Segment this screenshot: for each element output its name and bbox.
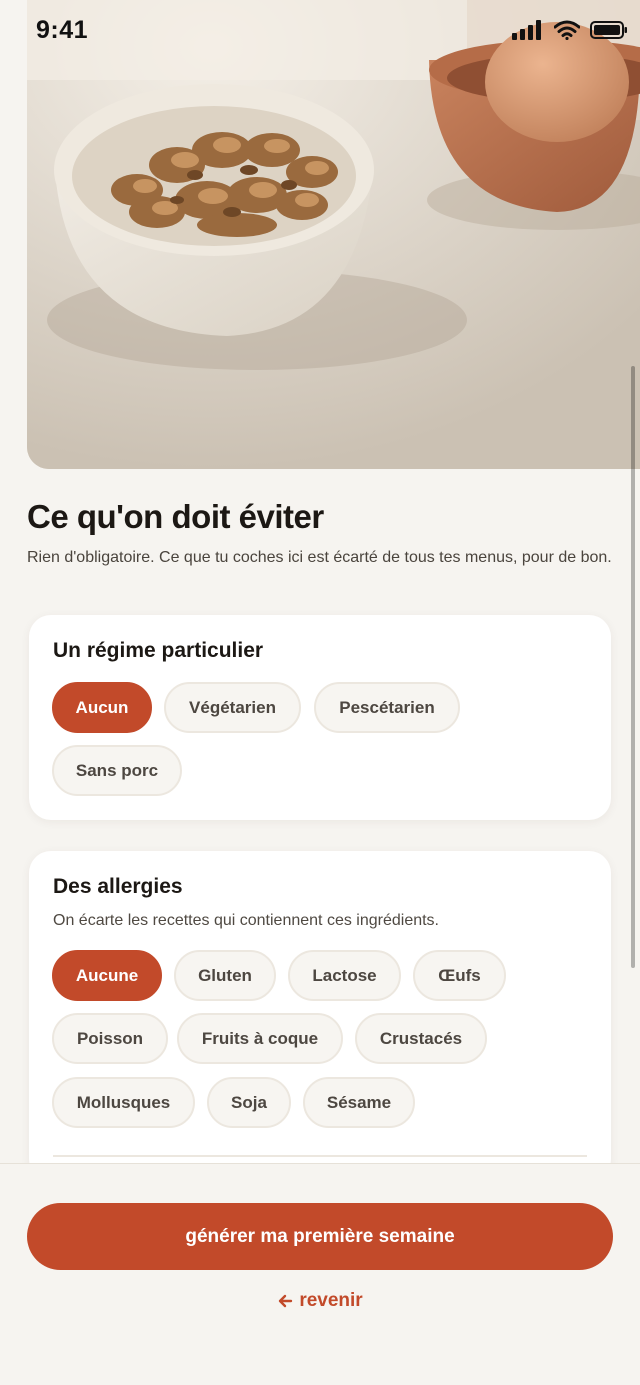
back-link-label: revenir xyxy=(299,1290,363,1311)
chip-allergy-soja[interactable]: Soja xyxy=(207,1077,291,1128)
chip-diet-vegetarien[interactable]: Végétarien xyxy=(164,682,301,733)
chip-allergy-gluten[interactable]: Gluten xyxy=(174,950,276,1001)
signal-icon xyxy=(512,20,541,40)
diet-card-title: Un régime particulier xyxy=(53,639,264,662)
wifi-icon xyxy=(554,20,580,40)
chip-allergy-aucune[interactable]: Aucune xyxy=(52,950,162,1001)
chip-diet-aucun[interactable]: Aucun xyxy=(52,682,152,733)
arrow-left-icon xyxy=(279,1294,293,1308)
status-time: 9:41 xyxy=(36,16,89,44)
page-subtitle: Rien d'obligatoire. Ce que tu coches ici… xyxy=(27,549,612,566)
chip-diet-sans-porc[interactable]: Sans porc xyxy=(52,745,182,796)
scrollbar[interactable] xyxy=(631,366,635,968)
generate-week-button[interactable]: générer ma première semaine xyxy=(27,1203,613,1270)
back-link[interactable]: revenir xyxy=(0,1290,640,1312)
chip-diet-pescetarien[interactable]: Pescétarien xyxy=(314,682,460,733)
battery-icon xyxy=(590,21,627,39)
status-icons xyxy=(512,20,628,40)
chip-allergy-sesame[interactable]: Sésame xyxy=(303,1077,415,1128)
chip-allergy-crustaces[interactable]: Crustacés xyxy=(355,1013,487,1064)
chip-allergy-poisson[interactable]: Poisson xyxy=(52,1013,168,1064)
allergies-card-description: On écarte les recettes qui contiennent c… xyxy=(53,912,439,929)
page-title: Ce qu'on doit éviter xyxy=(27,498,324,535)
bowl-of-walnuts-photo xyxy=(27,0,640,469)
hero-image xyxy=(27,0,640,469)
bottom-bar xyxy=(0,1163,640,1385)
allergies-card-title: Des allergies xyxy=(53,875,183,898)
chip-allergy-mollusques[interactable]: Mollusques xyxy=(52,1077,195,1128)
card-divider xyxy=(53,1155,587,1157)
chip-allergy-oeufs[interactable]: Œufs xyxy=(413,950,506,1001)
allergies-card: Des allergies On écarte les recettes qui… xyxy=(29,851,611,1181)
chip-allergy-fruits-a-coque[interactable]: Fruits à coque xyxy=(177,1013,343,1064)
chip-allergy-lactose[interactable]: Lactose xyxy=(288,950,401,1001)
diet-card: Un régime particulier Aucun Végétarien P… xyxy=(29,615,611,820)
